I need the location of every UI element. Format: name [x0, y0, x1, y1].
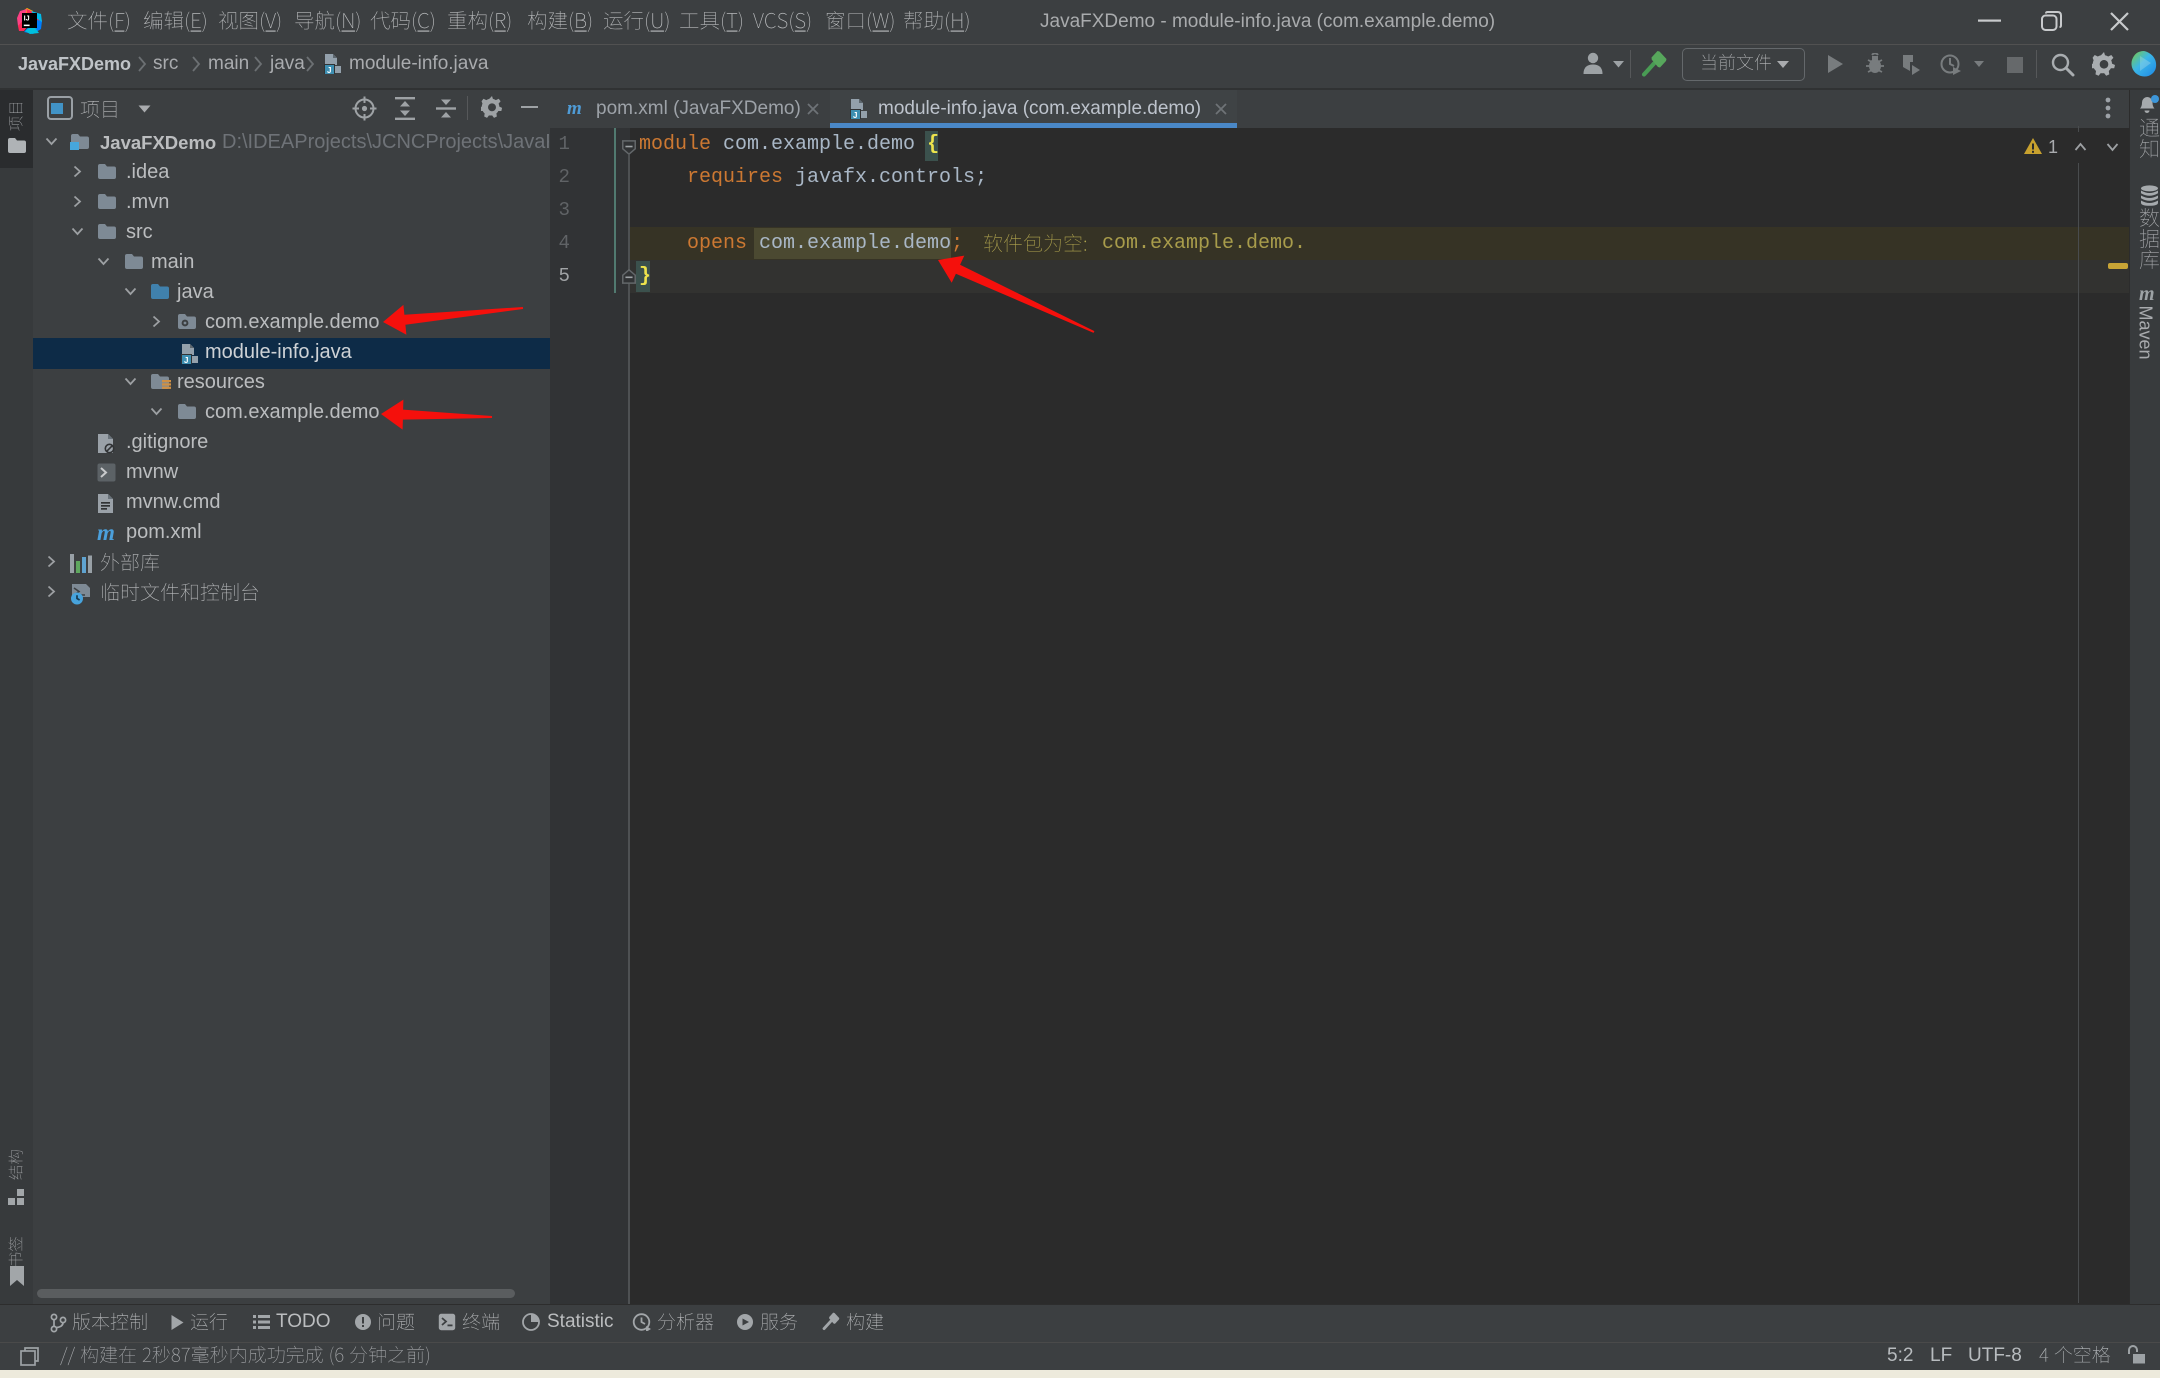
- svg-text:m: m: [567, 98, 582, 118]
- svg-text:J: J: [327, 66, 331, 75]
- svg-text:m: m: [2139, 284, 2155, 303]
- svg-text:IJ: IJ: [24, 13, 30, 22]
- svg-text:m: m: [97, 523, 115, 543]
- svg-text:J: J: [184, 356, 188, 365]
- svg-text:J: J: [853, 111, 857, 120]
